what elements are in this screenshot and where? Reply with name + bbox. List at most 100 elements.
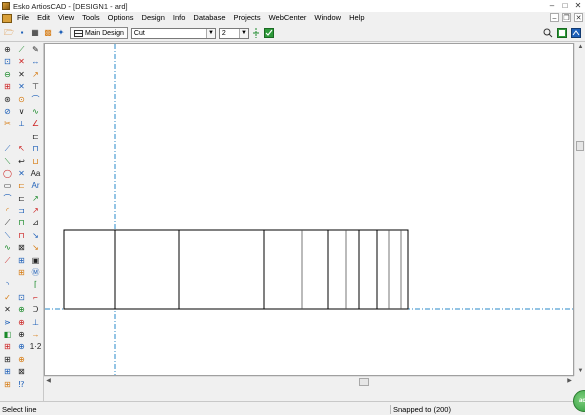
palette-tool-icon[interactable]: ⊕ — [15, 317, 28, 329]
open-file-icon[interactable]: 🗁 — [3, 27, 15, 39]
palette-tool-icon[interactable]: ⊞ — [15, 267, 28, 279]
palette-tool-icon[interactable]: ◯ — [1, 168, 14, 180]
palette-tool-icon[interactable]: ⊤ — [29, 81, 42, 93]
palette-tool-icon[interactable]: ✕ — [1, 304, 14, 316]
palette-tool-icon[interactable]: ⊿ — [29, 217, 42, 229]
palette-tool-icon[interactable]: ↘ — [29, 242, 42, 254]
palette-tool-icon[interactable]: ⌒ — [1, 193, 14, 205]
palette-tool-icon[interactable]: ∠ — [29, 118, 42, 130]
horizontal-scrollbar[interactable]: ◀ ▶ — [44, 376, 574, 387]
palette-tool-icon[interactable]: 1·2 — [29, 341, 42, 353]
doc-restore-button[interactable]: ❐ — [562, 13, 571, 22]
palette-tool-icon[interactable]: ✎ — [29, 44, 42, 56]
palette-tool-icon[interactable]: ⊕ — [15, 354, 28, 366]
palette-tool-icon[interactable]: ⟋ — [1, 255, 14, 267]
palette-tool-icon[interactable]: ⊓ — [29, 143, 42, 155]
palette-tool-icon[interactable]: ⊐ — [15, 205, 28, 217]
palette-tool-icon[interactable]: ⟂ — [15, 118, 28, 130]
menu-edit[interactable]: Edit — [33, 12, 54, 24]
palette-tool-icon[interactable]: ↗ — [29, 193, 42, 205]
palette-tool-icon[interactable]: ⊓ — [15, 217, 28, 229]
palette-tool-icon[interactable]: ↩ — [15, 156, 28, 168]
palette-tool-icon[interactable]: ✓ — [1, 292, 14, 304]
check-line-icon[interactable] — [263, 27, 275, 39]
palette-tool-icon[interactable] — [1, 131, 14, 143]
menu-projects[interactable]: Projects — [230, 12, 265, 24]
menu-file[interactable]: File — [13, 12, 33, 24]
menu-webcenter[interactable]: WebCenter — [265, 12, 311, 24]
palette-tool-icon[interactable]: ✕ — [15, 56, 28, 68]
palette-tool-icon[interactable]: ⊞ — [15, 255, 28, 267]
close-button[interactable]: ✕ — [573, 1, 583, 10]
palette-tool-icon[interactable]: ⊏ — [15, 180, 28, 192]
scroll-right-icon[interactable]: ▶ — [565, 377, 574, 386]
palette-tool-icon[interactable]: ↗ — [29, 205, 42, 217]
palette-tool-icon[interactable]: ∿ — [29, 106, 42, 118]
palette-tool-icon[interactable]: ⊏ — [29, 131, 42, 143]
menu-window[interactable]: Window — [310, 12, 345, 24]
palette-tool-icon[interactable]: ⊔ — [29, 156, 42, 168]
palette-tool-icon[interactable]: ⋗ — [1, 317, 14, 329]
palette-tool-icon[interactable] — [29, 366, 42, 378]
palette-tool-icon[interactable]: ⊞ — [1, 379, 14, 391]
database-icon[interactable]: ▩ — [42, 27, 54, 39]
palette-tool-icon[interactable]: ✕ — [15, 81, 28, 93]
pointage-select[interactable]: 2 ▼ — [218, 27, 249, 39]
palette-tool-icon[interactable]: ⊏ — [15, 193, 28, 205]
palette-tool-icon[interactable]: ⊞ — [1, 366, 14, 378]
report-icon[interactable] — [556, 27, 568, 39]
palette-tool-icon[interactable]: ▭ — [1, 180, 14, 192]
palette-tool-icon[interactable]: ⊞ — [1, 354, 14, 366]
menu-help[interactable]: Help — [345, 12, 368, 24]
palette-tool-icon[interactable]: ⊠ — [15, 366, 28, 378]
vertical-scroll-thumb[interactable] — [576, 141, 584, 151]
horizontal-scroll-thumb[interactable] — [359, 378, 369, 386]
palette-tool-icon[interactable]: ↖ — [15, 143, 28, 155]
palette-tool-icon[interactable]: ⊕ — [15, 304, 28, 316]
drawing-canvas[interactable] — [44, 43, 574, 376]
palette-tool-icon[interactable]: Ar — [29, 180, 42, 192]
palette-tool-icon[interactable] — [15, 131, 28, 143]
palette-tool-icon[interactable]: Aa — [29, 168, 42, 180]
palette-tool-icon[interactable]: → — [29, 329, 42, 341]
palette-tool-icon[interactable]: ◝ — [1, 279, 14, 291]
palette-tool-icon[interactable]: ⟋ — [1, 143, 14, 155]
palette-tool-icon[interactable]: ⊡ — [15, 292, 28, 304]
scroll-down-icon[interactable]: ▼ — [575, 367, 585, 376]
palette-tool-icon[interactable]: ⌐ — [29, 292, 42, 304]
vertical-scrollbar[interactable]: ▲ ▼ — [574, 43, 585, 376]
palette-tool-icon[interactable]: Ⓜ — [29, 267, 42, 279]
palette-tool-icon[interactable]: ▣ — [29, 255, 42, 267]
palette-tool-icon[interactable]: ⌈ — [29, 279, 42, 291]
palette-tool-icon[interactable] — [29, 379, 42, 391]
palette-tool-icon[interactable]: ↘ — [29, 230, 42, 242]
menu-info[interactable]: Info — [169, 12, 190, 24]
menu-design[interactable]: Design — [138, 12, 169, 24]
palette-tool-icon[interactable]: ◧ — [1, 329, 14, 341]
print-icon[interactable]: ▦ — [29, 27, 41, 39]
palette-tool-icon[interactable]: ⊡ — [1, 56, 14, 68]
doc-close-button[interactable]: ✕ — [574, 13, 583, 22]
palette-tool-icon[interactable]: ⊛ — [1, 94, 14, 106]
save-icon[interactable]: ▪ — [16, 27, 28, 39]
palette-tool-icon[interactable] — [1, 267, 14, 279]
palette-tool-icon[interactable]: ✕ — [15, 168, 28, 180]
palette-tool-icon[interactable]: ⟋ — [15, 44, 28, 56]
palette-tool-icon[interactable]: ⊞ — [1, 81, 14, 93]
palette-tool-icon[interactable]: ⊕ — [15, 341, 28, 353]
palette-tool-icon[interactable]: ⊞ — [1, 341, 14, 353]
palette-tool-icon[interactable]: ⊖ — [1, 69, 14, 81]
scroll-left-icon[interactable]: ◀ — [44, 377, 53, 386]
palette-tool-icon[interactable]: ↗ — [29, 69, 42, 81]
menu-options[interactable]: Options — [104, 12, 138, 24]
layer-select[interactable]: Cut ▼ — [130, 27, 216, 39]
palette-tool-icon[interactable]: ⊕ — [15, 329, 28, 341]
output-icon[interactable] — [570, 27, 582, 39]
palette-tool-icon[interactable]: ↔ — [29, 56, 42, 68]
menu-tools[interactable]: Tools — [78, 12, 104, 24]
palette-tool-icon[interactable]: ⟍ — [1, 156, 14, 168]
palette-tool-icon[interactable]: ⊓ — [15, 230, 28, 242]
palette-tool-icon[interactable]: ⊥ — [29, 317, 42, 329]
palette-tool-icon[interactable]: ✕ — [15, 69, 28, 81]
3d-icon[interactable]: ✦ — [55, 27, 67, 39]
